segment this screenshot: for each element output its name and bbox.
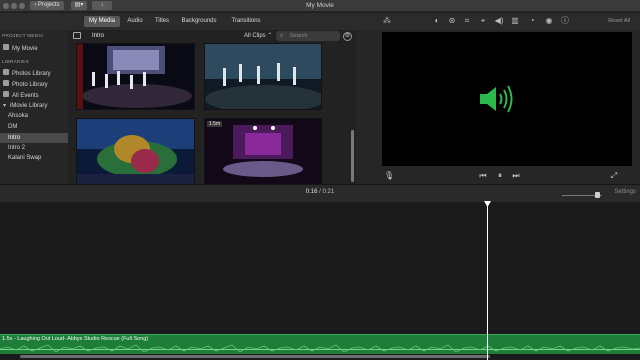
star-icon [3,91,9,98]
audio-clip[interactable]: 1.5x - Laughing Out Loud- Abbys Studio R… [0,334,640,354]
clip-thumbnail[interactable] [204,43,322,110]
tab-my-media[interactable]: My Media [84,16,120,27]
sidebar-item-my-movie[interactable]: My Movie [0,44,68,54]
color-balance-icon[interactable]: ◐ [432,16,442,26]
clip-filter-icon[interactable]: ◉ [544,16,554,26]
stabilization-icon[interactable]: ⌖ [478,16,488,26]
clips-filter-label: All Clips [244,33,266,39]
speed-icon[interactable]: ◔ [527,16,537,26]
sidebar-item-ahsoka[interactable]: Ahsoka [0,111,68,121]
title-bar: ‹ Projects ▤▾ ↓ My Movie [0,0,640,12]
timecode: 0:16 / 0:21 [0,189,640,195]
current-time: 0:16 [305,189,318,195]
film-icon [3,44,9,51]
browser-scrollbar[interactable] [351,130,354,182]
browser-settings-icon[interactable]: ⚙ [343,32,352,41]
window-title: My Movie [306,2,334,9]
search-field[interactable]: ⌕ Search [276,31,340,41]
media-tab-bar: My Media Audio Titles Backgrounds Transi… [68,13,356,30]
tab-titles[interactable]: Titles [150,16,174,27]
sidebar-item-label: My Movie [12,46,38,52]
playhead-line[interactable] [487,204,488,360]
sidebar-item-label: All Events [12,93,39,99]
sidebar-item-intro-2[interactable]: Intro 2 [0,143,68,153]
browser-title: Intro [92,33,105,39]
sidebar-item-label: Photos Library [12,71,51,77]
search-placeholder: Search [290,33,308,39]
clip-thumbnail[interactable] [76,118,195,185]
pause-icon[interactable]: ⏸ [494,170,506,182]
sidebar-toggle-icon[interactable] [73,32,81,39]
browser-header: Intro All Clips ⌃ ⌕ Search ⚙ [68,30,356,43]
search-icon: ⌕ [280,33,284,39]
dance-stage-frame [77,44,194,109]
fullscreen-icon[interactable]: ⤢ [609,170,619,182]
timeline-header: 0:16 / 0:21 Settings [0,184,640,202]
dance-stage-frame [77,119,194,184]
sidebar-item-dm[interactable]: DM [0,122,68,132]
sidebar-item-all-events[interactable]: All Events [0,91,68,101]
skip-forward-icon[interactable]: ⏭ [511,170,521,182]
disclosure-triangle-icon[interactable]: ▾ [3,101,7,109]
sidebar-item-kalani-swap[interactable]: Kalani Swap [0,153,68,163]
clip-duration-badge: 1.5m [207,121,223,127]
reset-all-button[interactable]: Reset All [608,16,630,26]
project-media-header: PROJECT MEDIA [2,34,44,39]
magic-wand-icon[interactable]: ⁂ [382,16,392,26]
libraries-header: LIBRARIES [2,60,29,65]
volume-icon[interactable]: ◀) [494,16,504,26]
photos-icon [3,80,9,87]
sidebar-item-photos-library[interactable]: Photos Library [0,69,68,79]
tab-backgrounds[interactable]: Backgrounds [178,16,220,27]
timeline-scrollbar[interactable] [20,355,490,358]
adjustment-toolbar: ⁂ ◐ ⊛ ⌗ ⌖ ◀) ▥ ◔ ◉ ⓘ Reset All [356,13,640,30]
audio-waveform [0,344,640,353]
sidebar-item-intro[interactable]: Intro [0,133,68,143]
microphone-icon[interactable]: 🎙 [384,170,394,182]
tab-audio[interactable]: Audio [123,16,147,27]
speaker-icon [480,85,513,113]
sidebar-item-photo-library[interactable]: Photo Library [0,80,68,90]
sidebar-toolbar [0,13,68,30]
sidebar-item-imovie-library[interactable]: ▾ iMovie Library [0,101,68,111]
tab-transitions[interactable]: Transitions [226,16,266,27]
time-separator: / [319,189,321,195]
audio-clip-label: 1.5x - Laughing Out Loud- Abbys Studio R… [2,336,149,342]
dance-stage-frame [205,44,321,109]
libraries-sidebar: PROJECT MEDIA My Movie LIBRARIES Photos … [0,30,68,184]
video-viewer [382,32,632,166]
clips-filter-select[interactable]: All Clips ⌃ [244,32,272,41]
sidebar-item-label: iMovie Library [10,103,48,109]
crop-icon[interactable]: ⌗ [462,16,472,26]
total-time: 0:21 [322,189,335,195]
color-correction-icon[interactable]: ⊛ [447,16,457,26]
clip-thumbnail[interactable]: 1.5m [204,118,322,185]
sidebar-item-label: Photo Library [12,82,48,88]
info-icon[interactable]: ⓘ [560,16,570,26]
timeline-settings-button[interactable]: Settings [614,189,636,195]
clip-thumbnail[interactable] [76,43,195,110]
skip-back-icon[interactable]: ⏮ [478,170,488,182]
photos-icon [3,69,9,76]
zoom-slider-knob[interactable] [595,192,600,198]
media-browser: Intro All Clips ⌃ ⌕ Search ⚙ 1.5m [68,30,356,185]
dance-stage-frame [205,119,321,184]
noise-reduction-icon[interactable]: ▥ [510,16,520,26]
